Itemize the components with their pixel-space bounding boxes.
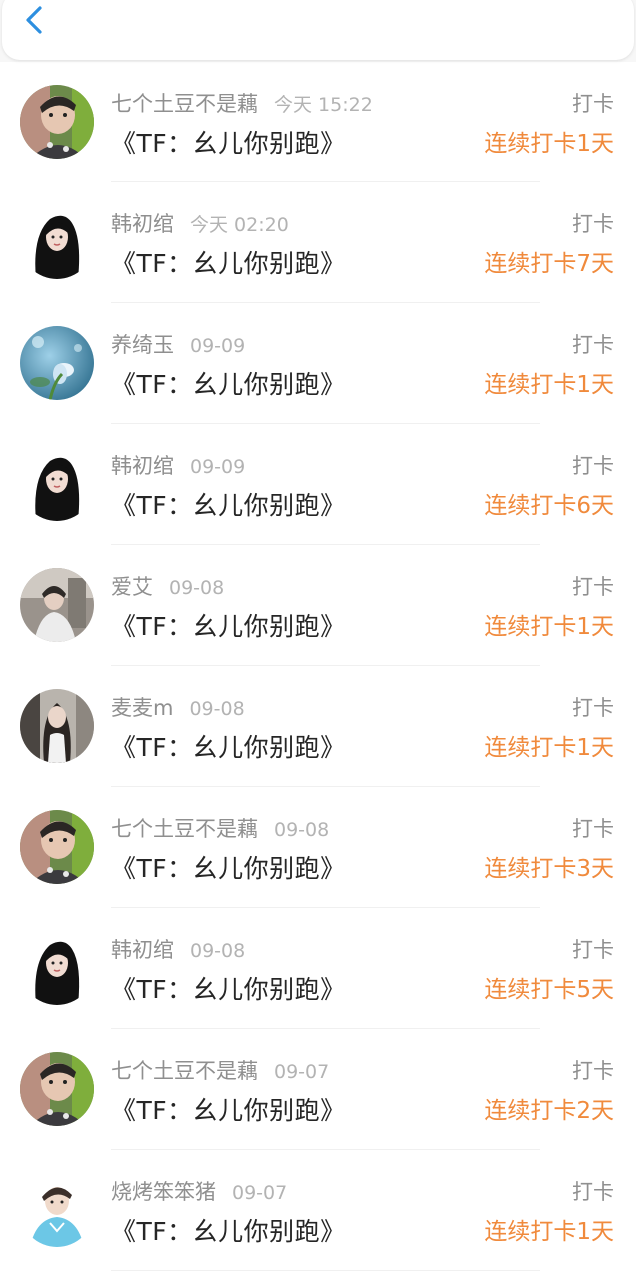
avatar[interactable]: [20, 326, 94, 400]
username[interactable]: 韩初绾: [111, 212, 174, 236]
top-bar-card: [2, 0, 634, 60]
checkin-list-page: 七个土豆不是藕 今天 15:22 《TF：幺儿你别跑》 打卡 连续打卡1天 韩初绾…: [0, 0, 636, 1280]
username[interactable]: 韩初绾: [111, 938, 174, 962]
name-line: 韩初绾 09-09: [111, 451, 245, 481]
username[interactable]: 养绮玉: [111, 333, 174, 357]
name-line: 韩初绾 今天 02:20: [111, 209, 289, 239]
checkin-label: 打卡: [572, 575, 614, 599]
checkin-label: 打卡: [572, 212, 614, 236]
timestamp: 09-08: [169, 577, 225, 599]
timestamp: 09-09: [190, 456, 246, 478]
timestamp: 09-09: [190, 335, 246, 357]
timestamp: 09-07: [232, 1182, 288, 1204]
username[interactable]: 爱艾: [111, 575, 153, 599]
book-title[interactable]: 《TF：幺儿你别跑》: [111, 1093, 346, 1129]
streak-label: 连续打卡1天: [484, 614, 614, 640]
name-line: 爱艾 09-08: [111, 572, 224, 602]
checkin-label: 打卡: [572, 1059, 614, 1083]
back-button[interactable]: [16, 0, 56, 40]
streak-label: 连续打卡3天: [484, 856, 614, 882]
username[interactable]: 七个土豆不是藕: [111, 1059, 258, 1083]
name-line: 养绮玉 09-09: [111, 330, 245, 360]
top-bar: [0, 0, 636, 62]
divider: [111, 1270, 540, 1271]
timestamp: 09-08: [189, 698, 245, 720]
name-line: 七个土豆不是藕 09-08: [111, 814, 329, 844]
name-line: 韩初绾 09-08: [111, 935, 245, 965]
list-item[interactable]: 韩初绾 09-08 《TF：幺儿你别跑》 打卡 连续打卡5天: [0, 908, 636, 1029]
checkin-label: 打卡: [572, 92, 614, 116]
list-item[interactable]: 韩初绾 09-09 《TF：幺儿你别跑》 打卡 连续打卡6天: [0, 424, 636, 545]
list-item[interactable]: 养绮玉 09-09 《TF：幺儿你别跑》 打卡 连续打卡1天: [0, 303, 636, 424]
chevron-left-icon: [26, 6, 42, 34]
book-title[interactable]: 《TF：幺儿你别跑》: [111, 1214, 346, 1250]
book-title[interactable]: 《TF：幺儿你别跑》: [111, 730, 346, 766]
streak-label: 连续打卡6天: [484, 493, 614, 519]
username[interactable]: 七个土豆不是藕: [111, 92, 258, 116]
streak-label: 连续打卡5天: [484, 977, 614, 1003]
checkin-list: 七个土豆不是藕 今天 15:22 《TF：幺儿你别跑》 打卡 连续打卡1天 韩初绾…: [0, 62, 636, 1271]
avatar[interactable]: [20, 1052, 94, 1126]
book-title[interactable]: 《TF：幺儿你别跑》: [111, 609, 346, 645]
list-item[interactable]: 爱艾 09-08 《TF：幺儿你别跑》 打卡 连续打卡1天: [0, 545, 636, 666]
name-line: 烧烤笨笨猪 09-07: [111, 1177, 287, 1207]
list-item[interactable]: 七个土豆不是藕 今天 15:22 《TF：幺儿你别跑》 打卡 连续打卡1天: [0, 62, 636, 182]
timestamp: 今天 15:22: [274, 94, 373, 116]
checkin-label: 打卡: [572, 1180, 614, 1204]
list-item[interactable]: 七个土豆不是藕 09-08 《TF：幺儿你别跑》 打卡 连续打卡3天: [0, 787, 636, 908]
avatar[interactable]: [20, 689, 94, 763]
timestamp: 09-08: [274, 819, 330, 841]
streak-label: 连续打卡2天: [484, 1098, 614, 1124]
streak-label: 连续打卡1天: [484, 1219, 614, 1245]
avatar[interactable]: [20, 931, 94, 1005]
avatar[interactable]: [20, 447, 94, 521]
timestamp: 今天 02:20: [190, 214, 289, 236]
checkin-label: 打卡: [572, 938, 614, 962]
avatar[interactable]: [20, 85, 94, 159]
book-title[interactable]: 《TF：幺儿你别跑》: [111, 367, 346, 403]
username[interactable]: 烧烤笨笨猪: [111, 1180, 216, 1204]
username[interactable]: 麦麦m: [111, 696, 173, 720]
checkin-label: 打卡: [572, 454, 614, 478]
list-item[interactable]: 麦麦m 09-08 《TF：幺儿你别跑》 打卡 连续打卡1天: [0, 666, 636, 787]
book-title[interactable]: 《TF：幺儿你别跑》: [111, 246, 346, 282]
avatar[interactable]: [20, 568, 94, 642]
list-item[interactable]: 韩初绾 今天 02:20 《TF：幺儿你别跑》 打卡 连续打卡7天: [0, 182, 636, 303]
timestamp: 09-07: [274, 1061, 330, 1083]
checkin-label: 打卡: [572, 333, 614, 357]
name-line: 麦麦m 09-08: [111, 693, 245, 723]
list-item[interactable]: 烧烤笨笨猪 09-07 《TF：幺儿你别跑》 打卡 连续打卡1天: [0, 1150, 636, 1271]
checkin-label: 打卡: [572, 696, 614, 720]
streak-label: 连续打卡7天: [484, 251, 614, 277]
avatar[interactable]: [20, 1173, 94, 1247]
username[interactable]: 七个土豆不是藕: [111, 817, 258, 841]
book-title[interactable]: 《TF：幺儿你别跑》: [111, 126, 346, 162]
avatar[interactable]: [20, 205, 94, 279]
list-item[interactable]: 七个土豆不是藕 09-07 《TF：幺儿你别跑》 打卡 连续打卡2天: [0, 1029, 636, 1150]
book-title[interactable]: 《TF：幺儿你别跑》: [111, 972, 346, 1008]
book-title[interactable]: 《TF：幺儿你别跑》: [111, 851, 346, 887]
name-line: 七个土豆不是藕 09-07: [111, 1056, 329, 1086]
timestamp: 09-08: [190, 940, 246, 962]
avatar[interactable]: [20, 810, 94, 884]
checkin-label: 打卡: [572, 817, 614, 841]
streak-label: 连续打卡1天: [484, 131, 614, 157]
book-title[interactable]: 《TF：幺儿你别跑》: [111, 488, 346, 524]
username[interactable]: 韩初绾: [111, 454, 174, 478]
streak-label: 连续打卡1天: [484, 735, 614, 761]
name-line: 七个土豆不是藕 今天 15:22: [111, 89, 373, 119]
streak-label: 连续打卡1天: [484, 372, 614, 398]
